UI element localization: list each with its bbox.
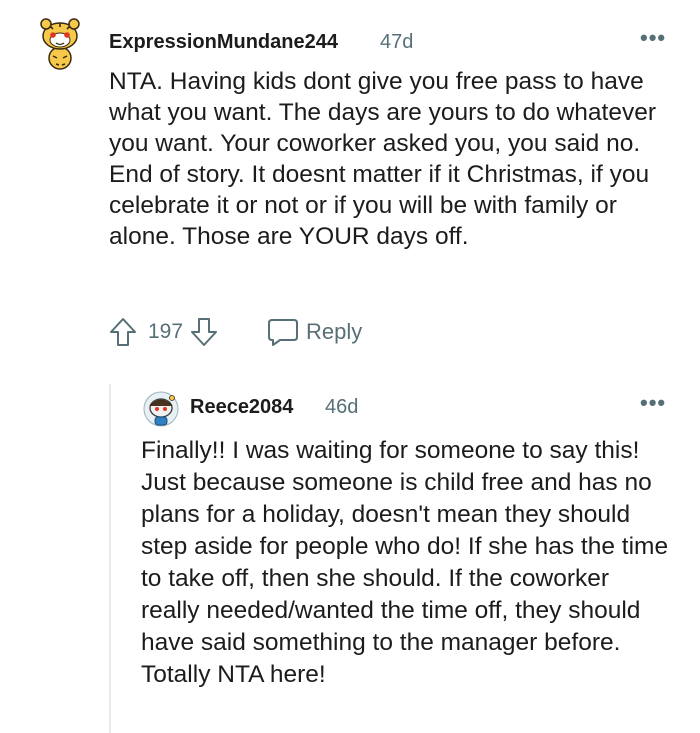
timestamp: 47d <box>380 31 414 53</box>
snoo-avatar-icon <box>143 391 179 427</box>
avatar[interactable] <box>36 12 84 72</box>
reply-label: Reply <box>306 319 363 344</box>
username[interactable]: Reece2084 <box>190 395 293 419</box>
avatar[interactable] <box>142 390 180 428</box>
more-options-icon[interactable]: ••• <box>640 391 666 415</box>
snoo-tiger-avatar-icon <box>40 18 80 70</box>
username[interactable]: ExpressionMundane244 <box>109 30 338 54</box>
comment-bubble-icon <box>266 316 300 348</box>
thread-line[interactable] <box>109 384 111 733</box>
comment-body: Finally!! I was waiting for someone to s… <box>141 437 669 688</box>
upvote-icon[interactable] <box>108 316 138 348</box>
vote-bar: 197 <box>108 315 219 349</box>
comment-body: NTA. Having kids dont give you free pass… <box>109 68 657 250</box>
downvote-icon[interactable] <box>189 316 219 348</box>
timestamp: 46d <box>325 396 359 418</box>
more-options-icon[interactable]: ••• <box>640 26 666 50</box>
reply-button[interactable]: Reply <box>266 315 362 349</box>
vote-count: 197 <box>148 320 184 343</box>
